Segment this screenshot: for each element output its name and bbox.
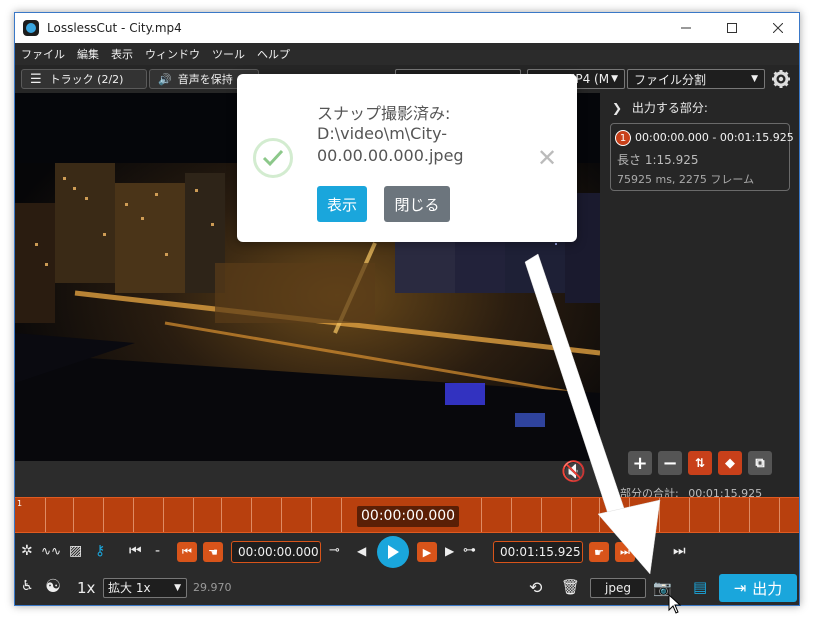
mouse-cursor-icon [668,594,682,614]
annotation-arrow [524,253,661,575]
